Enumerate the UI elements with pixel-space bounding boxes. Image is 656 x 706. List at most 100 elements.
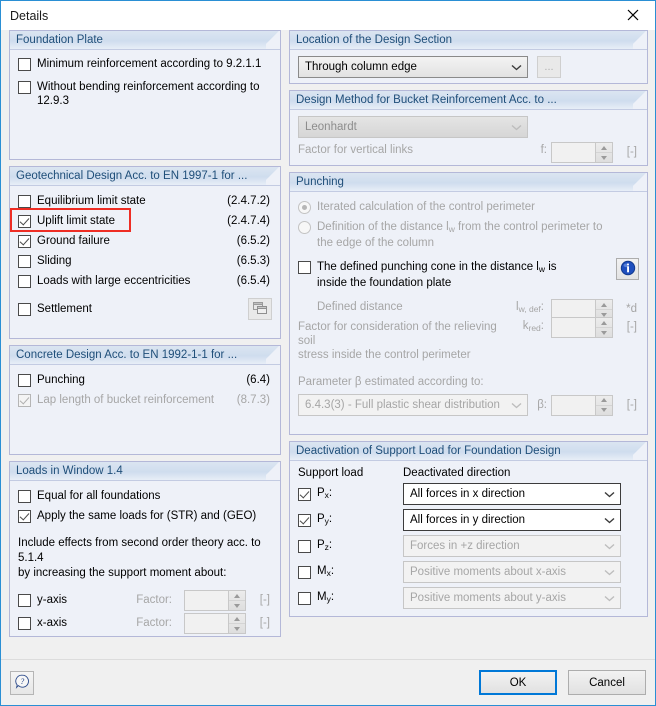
symbol-defined-distance-post: : [540, 300, 544, 313]
spinner-x-axis-factor-value[interactable] [185, 614, 228, 633]
symbol-k-red-post: : [540, 320, 544, 332]
checkbox-pz[interactable] [298, 540, 311, 553]
unit-beta: [-] [626, 398, 637, 411]
spinner-y-axis-factor[interactable] [184, 590, 246, 611]
label-min-reinforcement: Minimum reinforcement according to 9.2.1… [37, 58, 262, 70]
checkbox-my[interactable] [298, 592, 311, 605]
title-bar: Details [1, 1, 655, 30]
checkbox-same-loads-str-geo[interactable] [18, 510, 31, 523]
combo-bucket-design-method: Leonhardt [298, 116, 528, 138]
checkbox-row-uplift[interactable]: Uplift limit state (2.4.7.4) [18, 214, 272, 228]
second-order-note-line2: by increasing the support moment about: [18, 567, 227, 579]
chevron-down-icon [598, 543, 620, 550]
settings-window-icon [253, 301, 267, 317]
combo-design-section-location[interactable]: Through column edge [298, 56, 528, 78]
combo-direction-pz: Forces in +z direction [403, 535, 621, 557]
deactivation-row-py[interactable]: Py: All forces in y direction [298, 509, 639, 531]
triangle-up-icon [601, 145, 607, 150]
combo-direction-px[interactable]: All forces in x direction [403, 483, 621, 505]
spinner-y-axis-buttons[interactable] [228, 591, 245, 610]
spinner-x-down-button[interactable] [229, 624, 245, 633]
checkbox-ground-failure[interactable] [18, 235, 31, 248]
combo-direction-my-value: Positive moments about y-axis [410, 592, 566, 604]
combo-direction-py[interactable]: All forces in y direction [403, 509, 621, 531]
checkbox-row-same-loads[interactable]: Apply the same loads for (STR) and (GEO) [18, 509, 272, 523]
chevron-down-icon [598, 569, 620, 576]
ok-button[interactable]: OK [479, 670, 557, 695]
punching-info-button[interactable] [616, 258, 639, 280]
checkbox-equilibrium-limit-state[interactable] [18, 195, 31, 208]
chevron-down-icon[interactable] [598, 491, 620, 498]
checkbox-px[interactable] [298, 488, 311, 501]
triangle-down-icon [601, 330, 607, 335]
spinner-x-axis-buttons[interactable] [228, 614, 245, 633]
group-loads-window: Loads in Window 1.4 Equal for all founda… [9, 461, 281, 637]
checkbox-settlement[interactable] [18, 303, 31, 316]
triangle-down-icon [234, 626, 240, 631]
label-punching-cone-post: is [545, 261, 557, 273]
group-header-concrete: Concrete Design Acc. to EN 1992-1-1 for … [10, 346, 280, 365]
dialog-footer: ? OK Cancel [1, 659, 655, 705]
dialog-content: Foundation Plate Minimum reinforcement a… [1, 30, 655, 659]
checkbox-row-settlement[interactable]: Settlement [18, 298, 272, 320]
close-icon [627, 9, 639, 21]
checkbox-row-punching-concrete[interactable]: Punching (6.4) [18, 373, 272, 387]
label-pz: Pz: [317, 538, 403, 554]
checkbox-min-reinforcement[interactable] [18, 58, 31, 71]
spinner-y-axis-factor-value[interactable] [185, 591, 228, 610]
checkbox-row-equilibrium[interactable]: Equilibrium limit state (2.4.7.2) [18, 194, 272, 208]
checkbox-row-without-bending[interactable]: Without bending reinforcement according … [18, 80, 272, 108]
checkbox-without-bending[interactable] [18, 81, 31, 94]
checkbox-punching-cone-inside-plate[interactable] [298, 261, 311, 274]
settlement-settings-button[interactable] [248, 298, 272, 320]
checkbox-row-large-eccentricities[interactable]: Loads with large eccentricities (6.5.4) [18, 274, 272, 288]
help-button[interactable]: ? [10, 671, 34, 695]
spinner-dd-up-button [596, 300, 612, 310]
label-same-loads-str-geo: Apply the same loads for (STR) and (GEO) [37, 510, 257, 522]
deactivation-row-px[interactable]: Px: All forces in x direction [298, 483, 639, 505]
row-x-axis-factor[interactable]: x-axis Factor: [-] [18, 613, 272, 634]
spinner-factor-vertical-links [551, 142, 613, 163]
deactivation-row-pz[interactable]: Pz: Forces in +z direction [298, 535, 639, 557]
checkbox-sliding[interactable] [18, 255, 31, 268]
spinner-y-up-button[interactable] [229, 591, 245, 601]
checkbox-row-sliding[interactable]: Sliding (6.5.3) [18, 254, 272, 268]
checkbox-uplift-limit-state[interactable] [18, 215, 31, 228]
checkbox-py[interactable] [298, 514, 311, 527]
chevron-down-icon[interactable] [598, 517, 620, 524]
row-y-axis-factor[interactable]: y-axis Factor: [-] [18, 590, 272, 611]
deactivation-row-my[interactable]: My: Positive moments about y-axis [298, 587, 639, 609]
spinner-y-down-button[interactable] [229, 601, 245, 610]
checkbox-mx[interactable] [298, 566, 311, 579]
close-button[interactable] [611, 1, 655, 29]
chevron-down-icon[interactable] [505, 64, 527, 71]
checkbox-equal-all-foundations[interactable] [18, 490, 31, 503]
group-header-geotechnical: Geotechnical Design Acc. to EN 1997-1 fo… [10, 167, 280, 186]
checkbox-row-equal-foundations[interactable]: Equal for all foundations [18, 489, 272, 503]
label-definition-distance: Definition of the distance lw from the c… [317, 220, 603, 250]
browse-design-section-button[interactable]: ... [537, 56, 561, 78]
group-design-method-bucket: Design Method for Bucket Reinforcement A… [289, 90, 648, 166]
checkbox-punching-concrete[interactable] [18, 374, 31, 387]
label-settlement: Settlement [37, 303, 92, 315]
triangle-down-icon [601, 312, 607, 317]
label-px-post: : [328, 487, 333, 499]
chevron-down-icon [505, 402, 527, 409]
code-sliding: (6.5.3) [236, 255, 270, 267]
unit-y-axis-factor: [-] [259, 594, 270, 606]
checkbox-large-eccentricities[interactable] [18, 275, 31, 288]
label-py-pre: P [317, 513, 325, 525]
spinner-beta-down-button [596, 406, 612, 415]
checkbox-row-ground-failure[interactable]: Ground failure (6.5.2) [18, 234, 272, 248]
combo-design-section-value: Through column edge [305, 61, 417, 73]
checkbox-row-min-reinforcement[interactable]: Minimum reinforcement according to 9.2.1… [18, 57, 272, 71]
label-definition-distance-line2: the edge of the column [317, 237, 434, 249]
cancel-button[interactable]: Cancel [568, 670, 646, 695]
checkbox-y-axis[interactable] [18, 594, 31, 607]
spinner-x-axis-factor[interactable] [184, 613, 246, 634]
combo-direction-my: Positive moments about y-axis [403, 587, 621, 609]
checkbox-x-axis[interactable] [18, 617, 31, 630]
checkbox-row-punching-cone[interactable]: The defined punching cone in the distanc… [298, 258, 639, 290]
deactivation-row-mx[interactable]: Mx: Positive moments about x-axis [298, 561, 639, 583]
spinner-x-up-button[interactable] [229, 614, 245, 624]
